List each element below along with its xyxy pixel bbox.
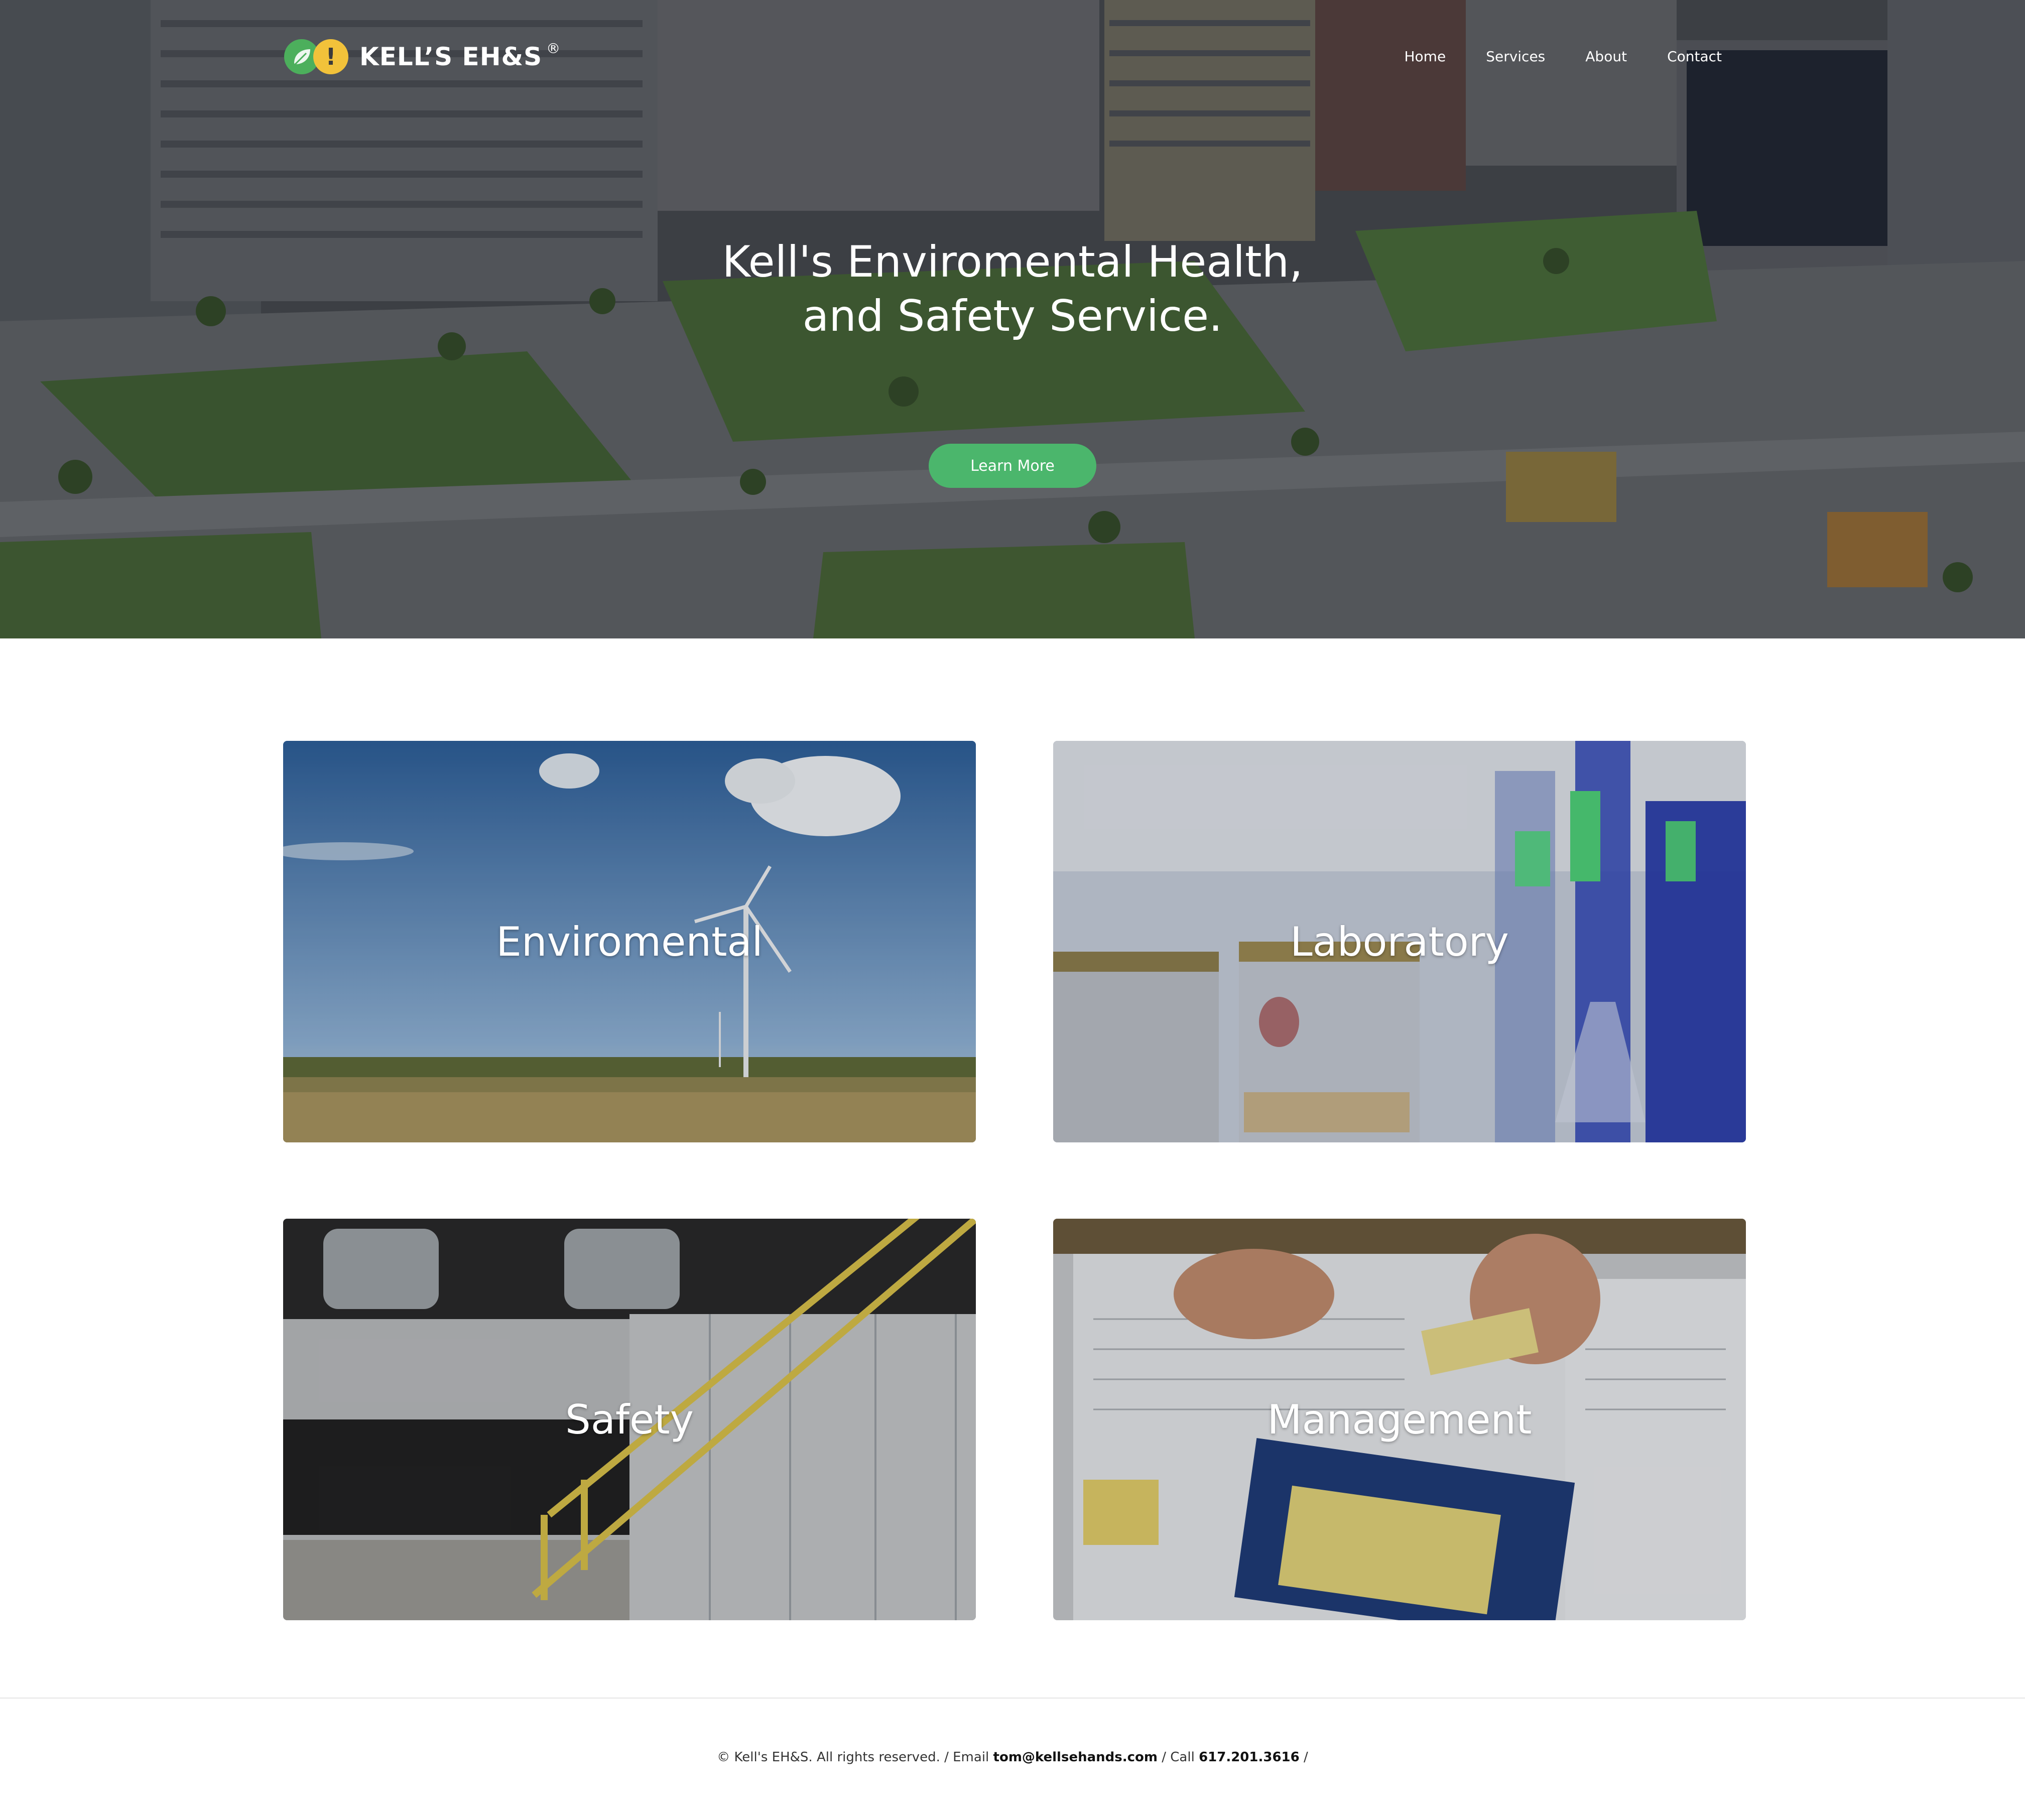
card-label-enviromental: Enviromental xyxy=(496,918,763,965)
hero-section: ! KELL’S EH&S ® Home Services About Cont… xyxy=(0,0,2025,638)
footer-trail: / xyxy=(1299,1750,1308,1765)
hero-title-line1: Kell's Enviromental Health, xyxy=(722,237,1303,287)
logo[interactable]: ! KELL’S EH&S ® xyxy=(284,38,560,75)
logo-badge: ! xyxy=(284,38,349,75)
nav-home[interactable]: Home xyxy=(1405,48,1446,65)
footer-divider xyxy=(0,1698,2025,1699)
service-card-enviromental[interactable]: Enviromental xyxy=(283,741,976,1142)
hero-title-line2: and Safety Service. xyxy=(802,291,1223,341)
nav-about[interactable]: About xyxy=(1585,48,1627,65)
card-label-safety: Safety xyxy=(565,1396,694,1443)
hero-title: Kell's Enviromental Health, and Safety S… xyxy=(0,235,2025,343)
logo-text: KELL’S EH&S xyxy=(359,42,543,71)
card-label-laboratory: Laboratory xyxy=(1290,918,1509,965)
service-card-management[interactable]: Management xyxy=(1053,1219,1746,1620)
service-card-laboratory[interactable]: Laboratory xyxy=(1053,741,1746,1142)
registered-mark: ® xyxy=(546,40,561,57)
nav-contact[interactable]: Contact xyxy=(1667,48,1722,65)
footer-copyright: © Kell's EH&S. All rights reserved. / Em… xyxy=(717,1750,993,1765)
service-card-safety[interactable]: Safety xyxy=(283,1219,976,1620)
main-nav: Home Services About Contact xyxy=(1405,48,1722,65)
footer-phone-link[interactable]: 617.201.3616 xyxy=(1199,1750,1300,1765)
footer: © Kell's EH&S. All rights reserved. / Em… xyxy=(0,1750,2025,1765)
footer-email-link[interactable]: tom@kellsehands.com xyxy=(993,1750,1158,1765)
exclamation-icon: ! xyxy=(313,39,348,74)
card-label-management: Management xyxy=(1267,1396,1532,1443)
nav-services[interactable]: Services xyxy=(1486,48,1545,65)
footer-call-label: / Call xyxy=(1157,1750,1199,1765)
learn-more-button[interactable]: Learn More xyxy=(929,444,1096,488)
